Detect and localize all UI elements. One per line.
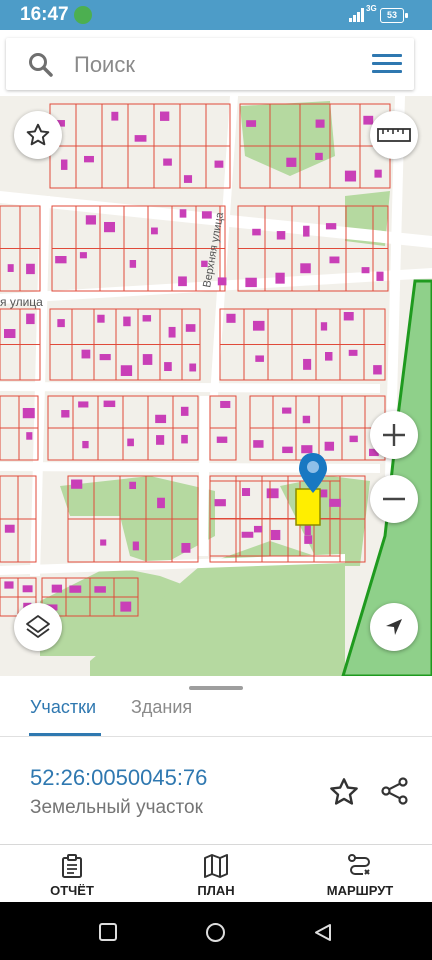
network-type: 3G xyxy=(366,4,377,13)
nav-plan[interactable]: ПЛАН xyxy=(156,845,276,903)
nav-route-label: МАРШРУТ xyxy=(326,883,394,898)
favorite-star-icon[interactable] xyxy=(328,776,360,808)
favorites-button[interactable] xyxy=(14,111,62,159)
minus-icon xyxy=(383,497,405,501)
recent-apps-icon[interactable] xyxy=(99,923,117,941)
menu-icon[interactable] xyxy=(372,52,402,76)
battery-icon: 53 xyxy=(380,8,408,23)
ruler-icon xyxy=(377,128,411,142)
signal-icon xyxy=(349,8,364,22)
divider xyxy=(0,736,432,737)
layers-icon xyxy=(26,615,50,638)
tab-parcels[interactable]: Участки xyxy=(30,697,96,718)
route-icon xyxy=(348,854,370,875)
plus-icon xyxy=(383,424,405,446)
zoom-out-button[interactable] xyxy=(370,475,418,523)
navigation-arrow-icon xyxy=(386,619,402,635)
zoom-in-button[interactable] xyxy=(370,411,418,459)
search-input[interactable]: Поиск xyxy=(74,52,135,78)
system-navigation-bar xyxy=(0,902,432,960)
nav-route[interactable]: МАРШРУТ xyxy=(300,845,420,903)
search-icon xyxy=(29,53,53,77)
status-time: 16:47 xyxy=(20,4,69,25)
clipboard-icon xyxy=(62,854,82,878)
cadastral-number[interactable]: 52:26:0050045:76 xyxy=(30,765,207,791)
sheet-drag-handle[interactable] xyxy=(189,686,243,690)
layers-button[interactable] xyxy=(14,603,62,651)
battery-level: 53 xyxy=(386,10,397,20)
ruler-button[interactable] xyxy=(370,111,418,159)
parcel-type: Земельный участок xyxy=(30,797,203,818)
star-icon xyxy=(26,123,50,146)
nav-plan-label: ПЛАН xyxy=(197,883,235,898)
tab-buildings[interactable]: Здания xyxy=(131,697,192,718)
nav-report[interactable]: ОТЧЁТ xyxy=(12,845,132,903)
map-icon xyxy=(204,854,228,878)
back-icon[interactable] xyxy=(314,923,332,942)
bottom-navigation: ОТЧЁТ ПЛАН МАРШРУТ xyxy=(0,844,432,903)
vpn-icon xyxy=(74,6,92,24)
map-view[interactable]: Верхняя улица я улица xyxy=(0,96,432,676)
search-bar[interactable]: Поиск xyxy=(6,38,414,90)
share-icon[interactable] xyxy=(380,776,410,806)
street-label-left: я улица xyxy=(0,295,43,309)
bottom-sheet[interactable]: Участки Здания 52:26:0050045:76 Земельны… xyxy=(0,676,432,844)
my-location-button[interactable] xyxy=(370,603,418,651)
status-bar: 16:47 3G 53 xyxy=(0,0,432,30)
home-icon[interactable] xyxy=(205,922,226,943)
nav-report-label: ОТЧЁТ xyxy=(50,883,94,898)
cadastral-map[interactable]: Верхняя улица я улица xyxy=(0,96,432,676)
